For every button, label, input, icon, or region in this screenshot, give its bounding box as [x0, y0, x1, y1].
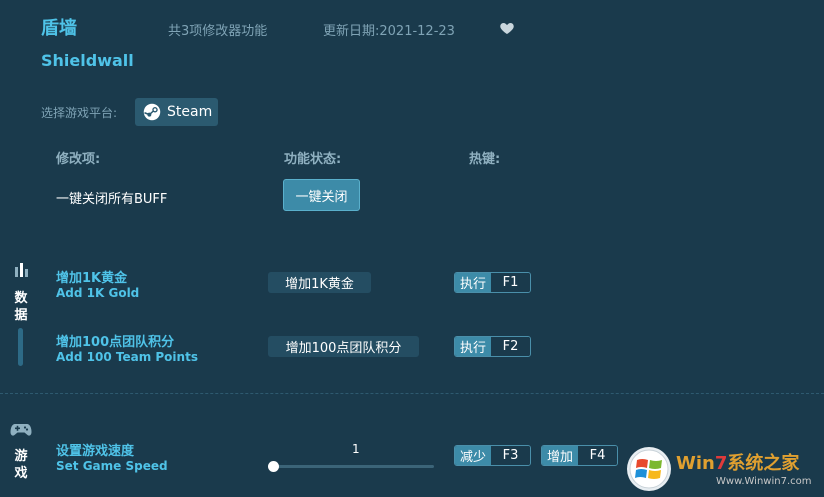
hotkey-f3[interactable]: 减少 F3 [454, 445, 531, 466]
item-gold-cn: 增加1K黄金 [56, 271, 128, 286]
hotkey-f1[interactable]: 执行 F1 [454, 272, 531, 293]
column-header-mod: 修改项: [56, 152, 101, 167]
set-speed-cn: 设置游戏速度 [56, 444, 135, 459]
steam-platform-button[interactable]: Steam [135, 98, 218, 126]
hotkey-action: 执行 [455, 273, 492, 292]
one-key-close-button[interactable]: 一键关闭 [283, 179, 360, 211]
data-section-icon [15, 263, 28, 277]
section-data-label[interactable]: 数 据 [13, 290, 29, 324]
add-gold-button[interactable]: 增加1K黄金 [268, 272, 371, 293]
add-team-points-button[interactable]: 增加100点团队积分 [268, 336, 419, 357]
item-team-points-cn: 增加100点团队积分 [56, 335, 175, 350]
column-header-state: 功能状态: [284, 152, 342, 167]
watermark-url: Www.Winwin7.com [716, 476, 812, 487]
hotkey-f4[interactable]: 增加 F4 [541, 445, 618, 466]
heart-icon[interactable] [499, 20, 515, 36]
section-data-indicator [18, 328, 23, 366]
item-gold-en: Add 1K Gold [56, 286, 140, 300]
update-date: 更新日期:2021-12-23 [323, 24, 455, 39]
speed-value: 1 [352, 442, 360, 456]
column-header-hotkey: 热键: [469, 152, 501, 167]
hotkey-key: F1 [491, 273, 530, 292]
set-speed-en: Set Game Speed [56, 459, 168, 473]
watermark-brand: Win7系统之家 [676, 453, 800, 474]
steam-label: Steam [167, 104, 213, 120]
section-game-label[interactable]: 游 戏 [13, 448, 29, 482]
hotkey-f2[interactable]: 执行 F2 [454, 336, 531, 357]
feature-count: 共3项修改器功能 [168, 24, 268, 39]
item-team-points-en: Add 100 Team Points [56, 350, 198, 364]
hotkey-key: F3 [491, 446, 530, 465]
section-divider [0, 393, 824, 394]
windows-logo-icon [627, 447, 671, 491]
gamepad-icon [10, 424, 32, 436]
hotkey-key: F2 [491, 337, 530, 356]
speed-slider-track[interactable] [272, 465, 434, 468]
hotkey-action: 执行 [455, 337, 492, 356]
speed-slider-handle[interactable] [268, 461, 279, 472]
hotkey-key: F4 [578, 446, 617, 465]
steam-icon [143, 103, 161, 121]
hotkey-action: 减少 [455, 446, 492, 465]
platform-label: 选择游戏平台: [41, 106, 118, 120]
game-title-cn: 盾墙 [41, 18, 77, 39]
one-key-close-label: 一键关闭所有BUFF [56, 192, 168, 207]
hotkey-action: 增加 [542, 446, 579, 465]
game-title-en: Shieldwall [41, 51, 134, 70]
